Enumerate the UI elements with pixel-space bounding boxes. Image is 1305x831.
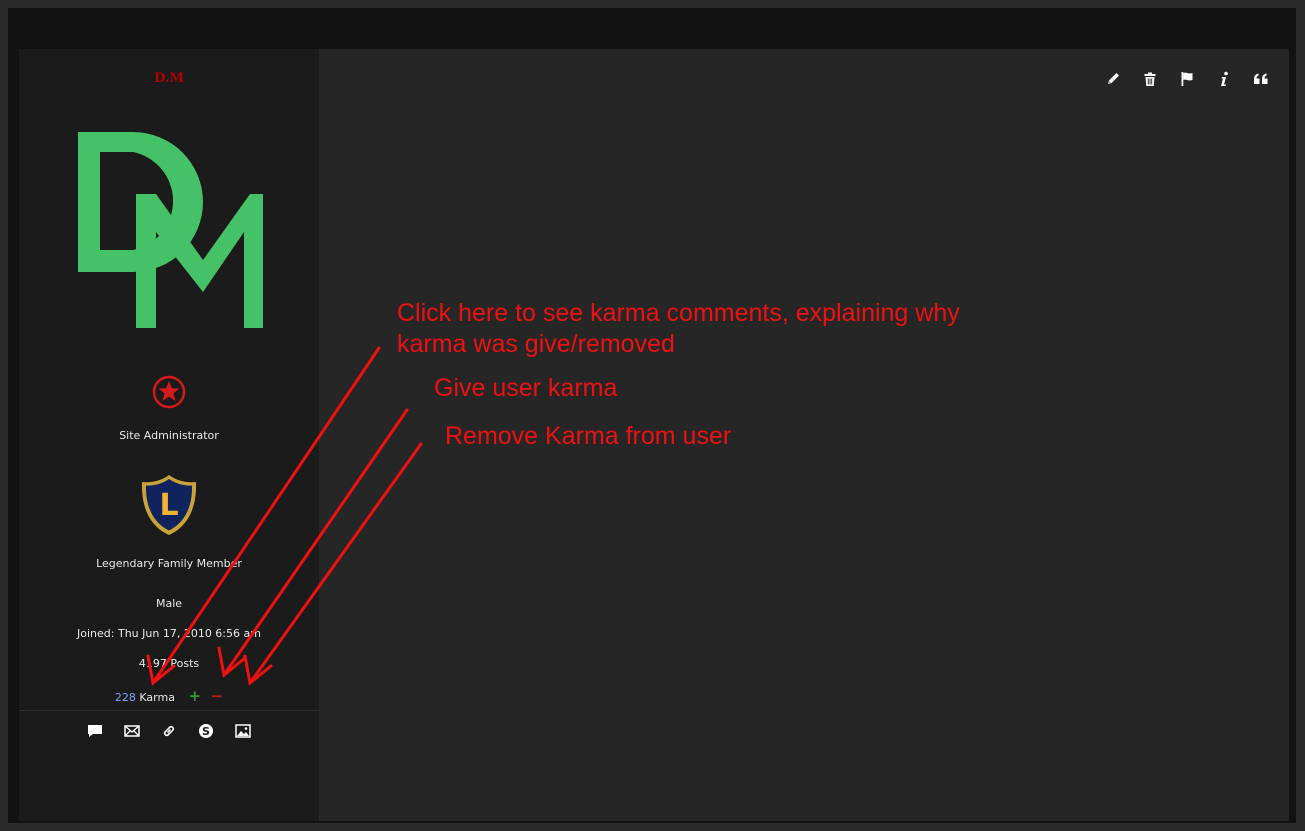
annotation-give-karma: Give user karma <box>434 374 618 402</box>
post-profile: D.M Site Administrator L Legendary Famil… <box>19 49 319 821</box>
annotation-karma-comments-line1: Click here to see karma comments, explai… <box>397 299 960 327</box>
gender: Male <box>155 597 183 610</box>
profile-divider <box>19 710 319 711</box>
legendary-badge-icon: L <box>141 475 197 535</box>
star-rank-icon <box>152 375 186 409</box>
post-actions <box>1105 71 1269 87</box>
give-karma-button[interactable]: + <box>188 687 201 705</box>
svg-text:S: S <box>202 725 210 738</box>
karma-count-link[interactable]: 228 <box>115 691 136 704</box>
image-icon[interactable] <box>235 723 251 739</box>
link-icon[interactable] <box>161 723 177 739</box>
report-flag-icon[interactable] <box>1179 71 1195 87</box>
edit-icon[interactable] <box>1105 71 1121 87</box>
remove-karma-button[interactable]: − <box>211 687 224 705</box>
post-count-label[interactable]: 4197 Posts <box>139 657 199 670</box>
rank-title: Site Administrator <box>119 429 219 442</box>
email-icon[interactable] <box>124 723 140 739</box>
contact-icons: S <box>19 723 319 739</box>
annotation-karma-comments-line2: karma was give/removed <box>397 330 675 358</box>
annotation-remove-karma: Remove Karma from user <box>445 422 732 450</box>
skype-icon[interactable]: S <box>198 723 214 739</box>
username[interactable]: D.M <box>19 71 319 86</box>
karma-label: Karma <box>139 691 175 704</box>
group-title: Legendary Family Member <box>96 557 242 570</box>
badge-letter: L <box>159 488 178 523</box>
quote-icon[interactable] <box>1253 71 1269 87</box>
message-icon[interactable] <box>87 723 103 739</box>
karma-row: 228 Karma + − <box>19 687 319 705</box>
joined-date: Joined: Thu Jun 17, 2010 6:56 am <box>77 627 261 640</box>
post-count[interactable]: 4197 Posts <box>19 657 319 670</box>
info-icon[interactable] <box>1216 71 1232 87</box>
annotation-karma-comments: Click here to see karma comments, explai… <box>397 298 960 360</box>
delete-icon[interactable] <box>1142 71 1158 87</box>
avatar <box>78 132 263 328</box>
